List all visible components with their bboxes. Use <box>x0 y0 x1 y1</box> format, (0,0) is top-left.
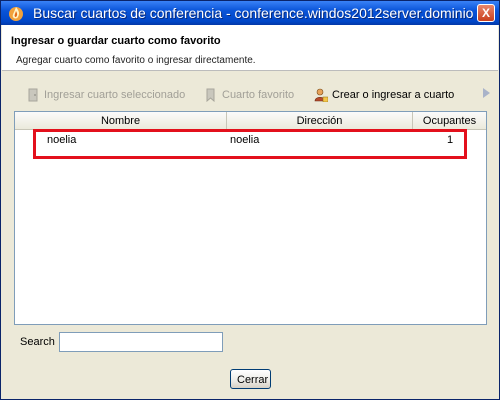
window-title: Buscar cuartos de conferencia - conferen… <box>33 5 473 21</box>
create-or-join-room-label: Crear o ingresar a cuarto <box>332 89 455 101</box>
title-bar[interactable]: Buscar cuartos de conferencia - conferen… <box>1 1 499 25</box>
search-input[interactable] <box>59 332 223 352</box>
create-or-join-room-button[interactable]: Crear o ingresar a cuarto <box>314 85 454 105</box>
favorite-room-button[interactable]: Cuarto favorito <box>204 85 294 105</box>
user-add-icon <box>314 88 328 102</box>
row-highlight-annotation <box>33 129 467 159</box>
conference-room-dialog: Buscar cuartos de conferencia - conferen… <box>0 0 500 400</box>
close-dialog-button[interactable]: Cerrar <box>230 369 271 389</box>
toolbar-overflow-arrow-icon[interactable] <box>483 88 490 98</box>
toolbar: Ingresar cuarto seleccionado Cuarto favo… <box>2 81 498 109</box>
header-title: Ingresar o guardar cuarto como favorito <box>11 35 221 47</box>
dialog-header: Ingresar o guardar cuarto como favorito … <box>2 25 498 71</box>
flame-app-icon <box>9 7 23 21</box>
search-label: Search <box>20 336 55 348</box>
header-subtitle: Agregar cuarto como favorito o ingresar … <box>16 55 256 66</box>
join-selected-room-button[interactable]: Ingresar cuarto seleccionado <box>26 85 185 105</box>
window-close-button[interactable]: X <box>477 4 495 22</box>
table-header: Nombre Dirección Ocupantes <box>15 112 486 130</box>
door-icon <box>28 88 38 102</box>
bookmark-icon <box>206 88 215 102</box>
favorite-room-label: Cuarto favorito <box>222 89 295 101</box>
join-selected-room-label: Ingresar cuarto seleccionado <box>44 89 186 101</box>
column-header-name[interactable]: Nombre <box>15 112 227 130</box>
column-header-address[interactable]: Dirección <box>227 112 413 130</box>
column-header-occupants[interactable]: Ocupantes <box>413 112 486 130</box>
